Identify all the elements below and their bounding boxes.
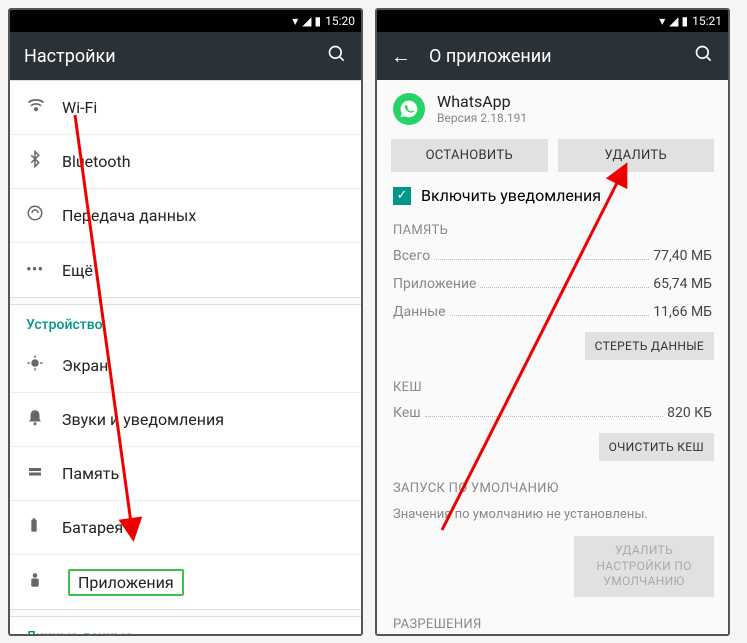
wifi-label: Wi-Fi — [62, 98, 345, 117]
app-name: WhatsApp — [437, 92, 527, 111]
wifi-icon: ▾ — [659, 14, 665, 28]
signal-icon: ◢ — [669, 14, 677, 28]
app-info-content[interactable]: WhatsApp Версия 2.18.191 ОСТАНОВИТЬ УДАЛ… — [377, 80, 728, 634]
clear-defaults-button: УДАЛИТЬ НАСТРОЙКИ ПО УМОЛЧАНИЮ — [574, 536, 714, 597]
battery-icon — [26, 516, 62, 539]
page-title: Настройки — [24, 46, 309, 67]
wifi-row[interactable]: Wi-Fi — [10, 81, 361, 135]
storage-row[interactable]: Память — [10, 447, 361, 501]
apps-highlight: Приложения — [68, 569, 184, 596]
battery-icon: ▮ — [315, 14, 322, 28]
clock: 15:21 — [692, 14, 722, 28]
apps-label: Приложения — [78, 573, 174, 592]
data-size-value: 11,66 МБ — [653, 304, 712, 320]
launch-section-header: ЗАПУСК ПО УМОЛЧАНИЮ — [377, 471, 728, 500]
device-section-header: Устройство — [10, 305, 361, 339]
uninstall-button[interactable]: УДАЛИТЬ — [558, 139, 715, 172]
checkbox-icon: ✓ — [393, 187, 411, 205]
battery-icon: ▮ — [682, 14, 689, 28]
data-label: Передача данных — [62, 206, 345, 225]
app-size-row: Приложение 65,74 МБ — [377, 270, 728, 298]
search-icon[interactable] — [327, 44, 347, 69]
status-bar: ▾ ◢ ▮ 15:21 — [377, 10, 728, 32]
status-bar: ▾ ◢ ▮ 15:20 — [10, 10, 361, 32]
search-icon[interactable] — [694, 44, 714, 69]
launch-note: Значения по умолчанию не установлены. — [377, 500, 728, 530]
more-label: Ещё — [62, 261, 345, 280]
battery-label: Батарея — [62, 518, 345, 537]
total-value: 77,40 МБ — [653, 248, 712, 264]
battery-row[interactable]: Батарея — [10, 501, 361, 555]
total-label: Всего — [393, 248, 430, 264]
permissions-section-header: РАЗРЕШЕНИЯ — [377, 607, 728, 634]
data-usage-row[interactable]: Передача данных — [10, 189, 361, 243]
wifi-icon — [26, 95, 62, 120]
apps-icon — [26, 571, 62, 594]
cache-row: Кеш 820 КБ — [377, 399, 728, 427]
app-info-screen: ▾ ◢ ▮ 15:21 ← О приложении WhatsApp Верс… — [375, 8, 730, 636]
page-title: О приложении — [429, 46, 676, 67]
display-row[interactable]: Экран — [10, 339, 361, 393]
signal-icon: ◢ — [302, 14, 310, 28]
sound-label: Звуки и уведомления — [62, 410, 345, 429]
notifications-label: Включить уведомления — [421, 186, 601, 205]
apps-row[interactable]: Приложения — [10, 555, 361, 609]
storage-label: Память — [62, 464, 345, 483]
notifications-checkbox-row[interactable]: ✓ Включить уведомления — [377, 178, 728, 213]
cache-section-header: КЕШ — [377, 370, 728, 399]
bluetooth-row[interactable]: Bluetooth — [10, 135, 361, 189]
more-row[interactable]: ••• Ещё — [10, 243, 361, 297]
back-icon[interactable]: ← — [391, 44, 411, 69]
data-size-row: Данные 11,66 МБ — [377, 298, 728, 326]
storage-icon — [26, 462, 62, 485]
app-size-label: Приложение — [393, 276, 476, 292]
settings-list[interactable]: Wi-Fi Bluetooth Передача данных ••• Ещё … — [10, 80, 361, 634]
wifi-icon: ▾ — [292, 14, 298, 28]
app-header: WhatsApp Версия 2.18.191 — [377, 80, 728, 133]
app-size-value: 65,74 МБ — [653, 276, 712, 292]
cache-label: Кеш — [393, 405, 421, 421]
clear-cache-button[interactable]: ОЧИСТИТЬ КЕШ — [599, 433, 714, 461]
cache-value: 820 КБ — [667, 405, 712, 421]
app-bar: ← О приложении — [377, 32, 728, 80]
whatsapp-icon — [393, 93, 425, 125]
stop-button[interactable]: ОСТАНОВИТЬ — [391, 139, 548, 172]
app-bar: Настройки — [10, 32, 361, 80]
data-icon — [26, 204, 62, 227]
memory-section-header: ПАМЯТЬ — [377, 213, 728, 242]
bluetooth-label: Bluetooth — [62, 152, 345, 171]
clock: 15:20 — [325, 14, 355, 28]
app-version: Версия 2.18.191 — [437, 111, 527, 125]
more-icon: ••• — [26, 260, 62, 280]
display-label: Экран — [62, 356, 345, 375]
personal-section-header: Личные данные — [10, 617, 361, 634]
settings-screen: ▾ ◢ ▮ 15:20 Настройки Wi-Fi Bluetooth — [8, 8, 363, 636]
bell-icon — [26, 408, 62, 431]
sound-row[interactable]: Звуки и уведомления — [10, 393, 361, 447]
bluetooth-icon — [26, 150, 62, 173]
clear-data-button[interactable]: СТЕРЕТЬ ДАННЫЕ — [585, 332, 714, 360]
total-row: Всего 77,40 МБ — [377, 242, 728, 270]
display-icon — [26, 354, 62, 377]
data-size-label: Данные — [393, 304, 446, 320]
